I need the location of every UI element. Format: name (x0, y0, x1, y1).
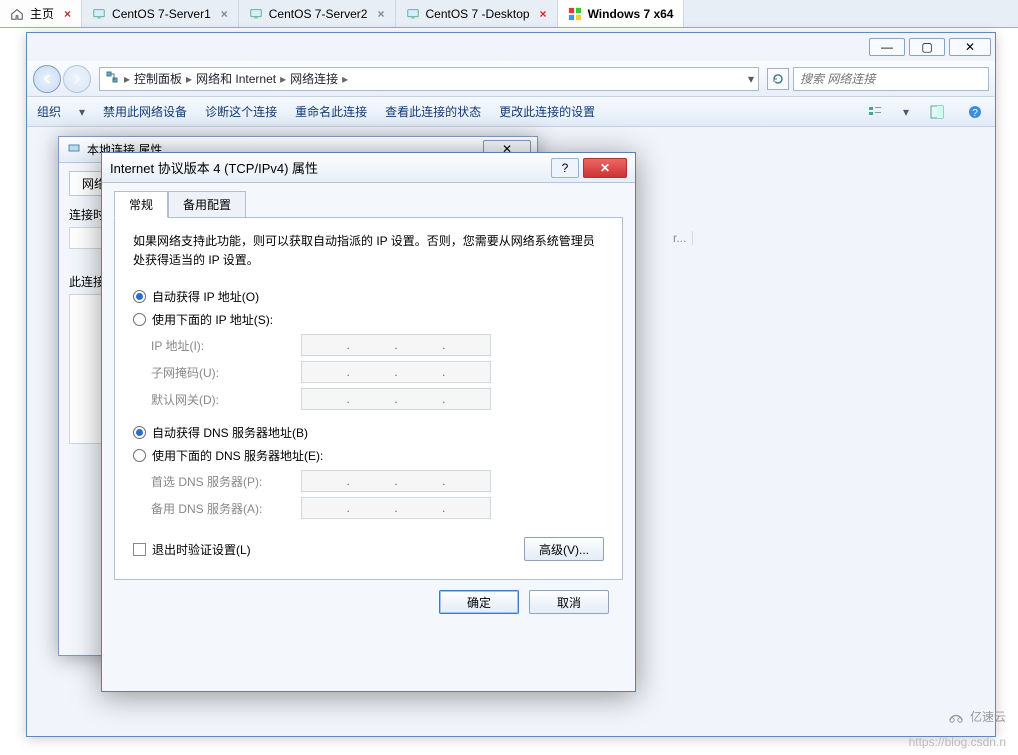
maximize-button[interactable]: ▢ (909, 38, 945, 56)
windows-icon (568, 7, 582, 21)
radio-manual-dns[interactable]: 使用下面的 DNS 服务器地址(E): (133, 447, 604, 464)
minimize-button[interactable]: — (869, 38, 905, 56)
input-ip: ... (301, 334, 491, 356)
network-icon (104, 69, 120, 88)
dialog-title: Internet 协议版本 4 (TCP/IPv4) 属性 (110, 158, 551, 177)
chevron-right-icon: ▸ (280, 72, 286, 86)
tab-windows7-label: Windows 7 x64 (588, 7, 674, 21)
dialog-titlebar[interactable]: Internet 协议版本 4 (TCP/IPv4) 属性 ? ✕ (102, 153, 635, 183)
close-icon[interactable]: × (540, 7, 547, 21)
radio-auto-dns[interactable]: 自动获得 DNS 服务器地址(B) (133, 424, 604, 441)
help-icon[interactable]: ? (965, 102, 985, 122)
toolbar-diagnose[interactable]: 诊断这个连接 (205, 103, 277, 120)
cancel-button[interactable]: 取消 (529, 590, 609, 614)
preview-icon[interactable] (927, 102, 947, 122)
tab-server1-label: CentOS 7-Server1 (112, 7, 211, 21)
radio-manual-ip-label: 使用下面的 IP 地址(S): (152, 311, 273, 328)
label-ip: IP 地址(I): (151, 337, 301, 354)
label-dns1: 首选 DNS 服务器(P): (151, 473, 301, 490)
tab-windows7[interactable]: Windows 7 x64 (558, 0, 685, 27)
label-mask: 子网掩码(U): (151, 364, 301, 381)
chevron-right-icon: ▸ (342, 72, 348, 86)
radio-auto-ip[interactable]: 自动获得 IP 地址(O) (133, 288, 604, 305)
tab-desktop[interactable]: CentOS 7 -Desktop × (396, 0, 558, 27)
crumb-network-internet[interactable]: 网络和 Internet (196, 70, 276, 87)
radio-icon (133, 426, 146, 439)
label-gateway: 默认网关(D): (151, 391, 301, 408)
input-mask: ... (301, 361, 491, 383)
address-bar[interactable]: ▸ 控制面板 ▸ 网络和 Internet ▸ 网络连接 ▸ ▾ (99, 67, 759, 91)
explorer-nav: ▸ 控制面板 ▸ 网络和 Internet ▸ 网络连接 ▸ ▾ (27, 61, 995, 97)
radio-icon (133, 290, 146, 303)
dropdown-icon[interactable]: ▾ (748, 72, 754, 86)
radio-icon (133, 449, 146, 462)
checkbox-validate-label: 退出时验证设置(L) (152, 541, 251, 558)
input-dns1: ... (301, 470, 491, 492)
toolbar-rename[interactable]: 重命名此连接 (295, 103, 367, 120)
forward-button[interactable] (63, 65, 91, 93)
radio-manual-ip[interactable]: 使用下面的 IP 地址(S): (133, 311, 604, 328)
tab-server2[interactable]: CentOS 7-Server2 × (239, 0, 396, 27)
radio-auto-dns-label: 自动获得 DNS 服务器地址(B) (152, 424, 308, 441)
close-button[interactable]: ✕ (949, 38, 991, 56)
monitor-icon (249, 7, 263, 21)
chevron-right-icon: ▸ (124, 72, 130, 86)
toolbar-organize[interactable]: 组织 (37, 103, 61, 120)
help-button[interactable]: ? (551, 158, 579, 178)
toolbar-status[interactable]: 查看此连接的状态 (385, 103, 481, 120)
explorer-toolbar: 组织▾ 禁用此网络设备 诊断这个连接 重命名此连接 查看此连接的状态 更改此连接… (27, 97, 995, 127)
details-fragment: r... (673, 231, 693, 245)
tcpipv4-properties-dialog: Internet 协议版本 4 (TCP/IPv4) 属性 ? ✕ 常规 备用配… (101, 152, 636, 692)
refresh-button[interactable] (767, 68, 789, 90)
view-icon[interactable] (865, 102, 885, 122)
radio-auto-ip-label: 自动获得 IP 地址(O) (152, 288, 259, 305)
toolbar-disable[interactable]: 禁用此网络设备 (103, 103, 187, 120)
radio-manual-dns-label: 使用下面的 DNS 服务器地址(E): (152, 447, 323, 464)
back-button[interactable] (33, 65, 61, 93)
brand-logo: 亿速云 (946, 708, 1006, 725)
checkbox-icon (133, 543, 146, 556)
crumb-network-connections[interactable]: 网络连接 (290, 70, 338, 87)
brand-text: 亿速云 (970, 708, 1006, 725)
toolbar-change[interactable]: 更改此连接的设置 (499, 103, 595, 120)
tab-panel-general: 如果网络支持此功能，则可以获取自动指派的 IP 设置。否则，您需要从网络系统管理… (114, 217, 623, 580)
nic-icon (67, 141, 81, 158)
advanced-button[interactable]: 高级(V)... (524, 537, 604, 561)
watermark-text: https://blog.csdn.n (909, 735, 1006, 749)
monitor-icon (92, 7, 106, 21)
close-button[interactable]: ✕ (583, 158, 627, 178)
search-input[interactable] (794, 72, 988, 86)
chevron-right-icon: ▸ (186, 72, 192, 86)
input-dns2: ... (301, 497, 491, 519)
checkbox-validate[interactable]: 退出时验证设置(L) (133, 541, 251, 558)
close-icon[interactable]: × (64, 7, 71, 21)
home-icon (10, 7, 24, 21)
search-box[interactable] (793, 67, 989, 91)
close-icon[interactable]: × (377, 7, 384, 21)
vm-tab-strip: 主页 × CentOS 7-Server1 × CentOS 7-Server2… (0, 0, 1018, 28)
svg-text:?: ? (972, 108, 978, 119)
tab-home[interactable]: 主页 × (0, 0, 82, 27)
explorer-titlebar: — ▢ ✕ (27, 33, 995, 61)
tab-strip: 常规 备用配置 (114, 191, 623, 218)
input-gateway: ... (301, 388, 491, 410)
description-text: 如果网络支持此功能，则可以获取自动指派的 IP 设置。否则，您需要从网络系统管理… (133, 232, 604, 270)
tab-server2-label: CentOS 7-Server2 (269, 7, 368, 21)
tab-server1[interactable]: CentOS 7-Server1 × (82, 0, 239, 27)
close-icon[interactable]: × (221, 7, 228, 21)
crumb-control-panel[interactable]: 控制面板 (134, 70, 182, 87)
monitor-icon (406, 7, 420, 21)
tab-home-label: 主页 (30, 5, 54, 22)
ok-button[interactable]: 确定 (439, 590, 519, 614)
label-dns2: 备用 DNS 服务器(A): (151, 500, 301, 517)
tab-general[interactable]: 常规 (114, 191, 168, 218)
tab-desktop-label: CentOS 7 -Desktop (426, 7, 530, 21)
radio-icon (133, 313, 146, 326)
tab-alternate[interactable]: 备用配置 (168, 191, 246, 218)
